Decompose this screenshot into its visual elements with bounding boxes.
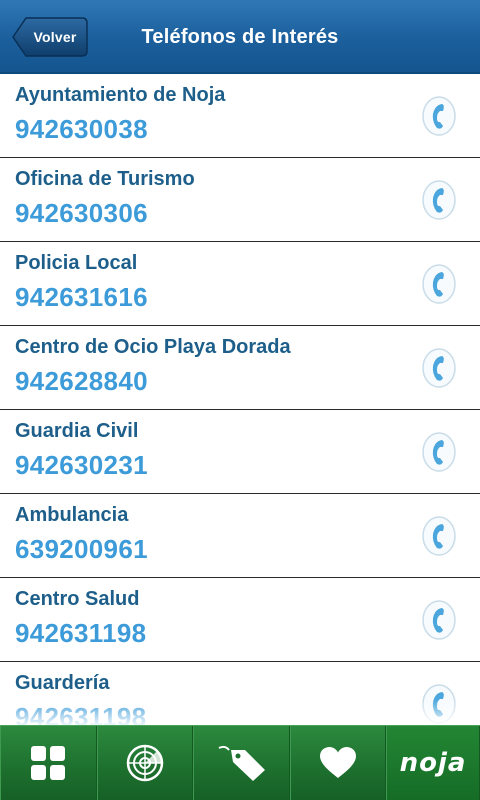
contact-row[interactable]: Centro de Ocio Playa Dorada 942628840 — [0, 326, 480, 410]
phone-icon[interactable] — [422, 264, 456, 304]
contact-phone[interactable]: 942631198 — [15, 702, 146, 725]
tab-noja[interactable]: noja — [386, 726, 480, 800]
contact-phone[interactable]: 942628840 — [15, 366, 148, 397]
contact-row[interactable]: Oficina de Turismo 942630306 — [0, 158, 480, 242]
contact-phone[interactable]: 942631616 — [15, 282, 148, 313]
phone-icon[interactable] — [422, 348, 456, 388]
phone-icon[interactable] — [422, 432, 456, 472]
phone-icon[interactable] — [422, 600, 456, 640]
tab-grid[interactable] — [0, 726, 97, 800]
contact-name: Ambulancia — [15, 504, 129, 526]
tag-icon — [218, 745, 266, 781]
radar-icon — [126, 744, 163, 782]
contact-name: Guardia Civil — [15, 420, 139, 442]
contact-phone[interactable]: 942630306 — [15, 198, 148, 229]
contact-row[interactable]: Guardería 942631198 — [0, 662, 480, 725]
header-bar: Volver Teléfonos de Interés — [0, 0, 480, 74]
contact-name: Oficina de Turismo — [15, 168, 195, 190]
tab-radar[interactable] — [96, 726, 193, 800]
phone-icon[interactable] — [422, 516, 456, 556]
contact-name: Policia Local — [15, 252, 138, 274]
page-title: Teléfonos de Interés — [141, 26, 339, 48]
contact-name: Centro de Ocio Playa Dorada — [15, 336, 291, 358]
noja-logo: noja — [399, 748, 467, 778]
contact-row[interactable]: Guardia Civil 942630231 — [0, 410, 480, 494]
phone-icon[interactable] — [422, 684, 456, 724]
contact-name: Ayuntamiento de Noja — [15, 84, 226, 106]
contact-row[interactable]: Centro Salud 942631198 — [0, 578, 480, 662]
contact-phone[interactable]: 942630038 — [15, 114, 148, 145]
contact-row[interactable]: Ambulancia 639200961 — [0, 494, 480, 578]
grid-icon — [31, 746, 66, 780]
phone-icon[interactable] — [422, 180, 456, 220]
contact-phone[interactable]: 942631198 — [15, 618, 146, 649]
contact-row[interactable]: Ayuntamiento de Noja 942630038 — [0, 74, 480, 158]
contact-name: Centro Salud — [15, 588, 140, 610]
contact-row[interactable]: Policia Local 942631616 — [0, 242, 480, 326]
heart-icon — [319, 747, 356, 778]
phone-icon[interactable] — [422, 96, 456, 136]
tab-offers[interactable] — [193, 726, 290, 800]
tab-favorites[interactable] — [289, 726, 386, 800]
contact-name: Guardería — [15, 672, 110, 694]
bottom-tab-bar: noja — [0, 725, 480, 800]
contact-phone[interactable]: 639200961 — [15, 534, 148, 565]
contacts-list[interactable]: Ayuntamiento de Noja 942630038 Oficina d… — [0, 74, 480, 725]
contact-phone[interactable]: 942630231 — [15, 450, 148, 481]
